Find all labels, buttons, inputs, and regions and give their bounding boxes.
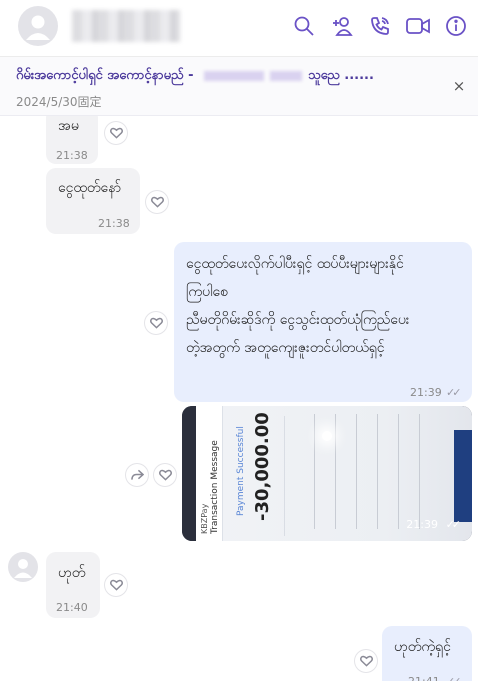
share-icon[interactable] xyxy=(126,464,148,486)
message-line: ကြပါစေ xyxy=(186,284,228,300)
message-text: ဟုတ် xyxy=(58,565,86,581)
message-text: ဟုတ်ကဲ့ရှင့် xyxy=(394,639,451,655)
photo-edge-dark xyxy=(454,430,472,522)
phone-icon[interactable] xyxy=(366,12,394,40)
message-line: ညီမတိုဂိမ်းဆိုဒ်ကို ငွေသွင်းထုတ်ယုံကြည်ပ… xyxy=(186,312,410,328)
react-heart-icon[interactable] xyxy=(105,574,127,596)
add-member-icon[interactable] xyxy=(328,12,356,40)
message-time: 21:41 xyxy=(408,670,440,681)
contact-name-redacted xyxy=(72,10,180,42)
message-time: 21:38 xyxy=(98,217,130,230)
payment-amount: -30,000.00 xyxy=(252,412,273,521)
message-line: တဲ့အတွက် အတူကျေးဇူးတင်ပါတယ်ရှင့် xyxy=(186,340,385,356)
payment-app-text: KBZPay xyxy=(200,503,209,534)
payment-message-text: Transaction Message xyxy=(210,440,220,534)
message-text: ငွေထုတ်နော် xyxy=(58,180,122,196)
search-icon[interactable] xyxy=(290,12,318,40)
message-time: 21:39 xyxy=(410,386,442,399)
transaction-details-rows xyxy=(294,414,424,529)
pinned-message-bar[interactable]: ဂိမ်းအကောင့်ပါရှင် အကောင့်နာမည် - သူညေ .… xyxy=(0,57,478,116)
divider xyxy=(284,416,285,536)
outgoing-message[interactable]: ငွေထုတ်ပေးလိုက်ပါပီးရှင့် ထပ်ပီးများများ… xyxy=(174,242,472,402)
redacted-text xyxy=(204,70,265,81)
pinned-message-text: ဂိမ်းအကောင့်ပါရှင် အကောင့်နာမည် - သူညေ .… xyxy=(16,68,374,83)
redacted-text xyxy=(270,70,303,81)
video-icon[interactable] xyxy=(404,12,432,40)
message-list[interactable]: အမ 21:38 ငွေထုတ်နော် 21:38 ငွေထုတ်ပေးလို… xyxy=(0,116,478,681)
light-glare xyxy=(322,431,332,441)
message-time: 21:38 xyxy=(56,149,88,162)
react-heart-icon[interactable] xyxy=(355,650,377,672)
payment-screenshot-image[interactable]: -30,000.00 Payment Successful Transactio… xyxy=(182,406,472,541)
incoming-message[interactable]: အမ 21:38 xyxy=(46,116,98,164)
contact-avatar[interactable] xyxy=(18,6,58,46)
chat-header xyxy=(0,0,478,57)
close-icon[interactable]: × xyxy=(450,77,468,95)
react-heart-icon[interactable] xyxy=(146,191,168,213)
incoming-message[interactable]: ငွေထုတ်နော် 21:38 xyxy=(46,168,140,234)
react-heart-icon[interactable] xyxy=(105,122,127,144)
sender-avatar[interactable] xyxy=(8,552,38,582)
message-text: ငွေထုတ်ပေးလိုက်ပါပီးရှင့် ထပ်ပီးများများ… xyxy=(186,252,466,360)
info-icon[interactable] xyxy=(442,12,470,40)
read-ticks-icon: ✓✓ xyxy=(445,518,462,531)
pinned-date: 2024/5/30固定 xyxy=(16,95,102,109)
message-time: 21:39 xyxy=(406,518,438,531)
outgoing-message[interactable]: ဟုတ်ကဲ့ရှင့် 21:41 ✓✓ xyxy=(382,626,472,681)
react-heart-icon[interactable] xyxy=(145,312,167,334)
payment-status-text: Payment Successful xyxy=(236,426,246,516)
message-line: ငွေထုတ်ပေးလိုက်ပါပီးရှင့် ထပ်ပီးများများ… xyxy=(186,256,404,272)
read-ticks-icon: ✓✓ xyxy=(446,670,462,681)
read-ticks-icon: ✓✓ xyxy=(446,386,462,399)
message-time: 21:40 xyxy=(56,601,88,614)
react-heart-icon[interactable] xyxy=(154,464,176,486)
incoming-message[interactable]: ဟုတ် 21:40 xyxy=(46,552,100,618)
message-text: အမ xyxy=(58,118,79,134)
